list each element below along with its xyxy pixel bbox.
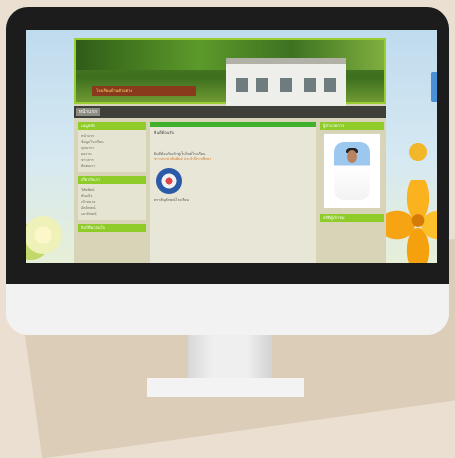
side-tab[interactable] (431, 72, 437, 102)
building-window (236, 78, 248, 92)
flower-left-decoration (26, 200, 74, 263)
banner-school-sign: โรงเรียนบ้านตัวอย่าง (92, 86, 196, 96)
nav-bar: หน้าแรก (74, 106, 386, 118)
right-box-title: ผู้อำนวยการ (320, 122, 384, 130)
content-title: ยินดีต้อนรับ (154, 130, 175, 135)
content-news-link[interactable]: ข่าวประชาสัมพันธ์ ประจำปีการศึกษา (150, 157, 316, 162)
right-sidebar: ผู้อำนวยการ สถิติผู้เข้าชม (320, 122, 384, 263)
monitor-screen: โรงเรียนบ้านตัวอย่าง หน้าแรก เมนูหลัก หน… (26, 30, 437, 263)
left-box-links: ลิงก์ที่น่าสนใจ (78, 224, 146, 232)
left-box-body: หน้าแรก ข้อมูลโรงเรียน บุคลากร ผลงาน ข่า… (78, 130, 146, 172)
left-box-title: ลิงก์ที่น่าสนใจ (78, 224, 146, 232)
nav-home-link[interactable]: หน้าแรก (76, 108, 100, 116)
building-window (280, 78, 292, 92)
banner-school-building (226, 58, 346, 106)
menu-item[interactable]: ติดต่อเรา (81, 163, 143, 169)
building-window (324, 78, 336, 92)
monitor-stand-base (147, 378, 304, 397)
director-portrait (334, 142, 370, 200)
left-sidebar: เมนูหลัก หน้าแรก ข้อมูลโรงเรียน บุคลากร … (78, 122, 146, 263)
emblem-caption: ตราสัญลักษณ์โรงเรียน (154, 198, 189, 202)
school-emblem (156, 168, 182, 194)
site-banner: โรงเรียนบ้านตัวอย่าง (74, 38, 386, 106)
monitor-stand-neck (188, 335, 272, 380)
monitor: โรงเรียนบ้านตัวอย่าง หน้าแรก เมนูหลัก หน… (6, 7, 449, 335)
right-box-title: สถิติผู้เข้าชม (320, 214, 384, 222)
building-window (304, 78, 316, 92)
flower-bud-decoration (404, 138, 432, 166)
building-window (256, 78, 268, 92)
left-box-about: เกี่ยวกับเรา วิสัยทัศน์ พันธกิจ เป้าหมาย… (78, 176, 146, 220)
menu-item[interactable]: เอกลักษณ์ (81, 211, 143, 217)
left-box-title: เกี่ยวกับเรา (78, 176, 146, 184)
main-content: ยินดีต้อนรับ ยินดีต้อนรับเข้าสู่เว็บไซต์… (150, 122, 316, 263)
director-portrait-frame (324, 134, 380, 208)
flower-right-decoration (383, 180, 437, 263)
monitor-chin (6, 284, 449, 335)
left-box-main-menu: เมนูหลัก หน้าแรก ข้อมูลโรงเรียน บุคลากร … (78, 122, 146, 172)
portrait-face (347, 150, 357, 163)
monitor-bezel: โรงเรียนบ้านตัวอย่าง หน้าแรก เมนูหลัก หน… (6, 7, 449, 284)
website: โรงเรียนบ้านตัวอย่าง หน้าแรก เมนูหลัก หน… (74, 38, 386, 263)
left-box-title: เมนูหลัก (78, 122, 146, 130)
left-box-body: วิสัยทัศน์ พันธกิจ เป้าหมาย อัตลักษณ์ เอ… (78, 184, 146, 220)
